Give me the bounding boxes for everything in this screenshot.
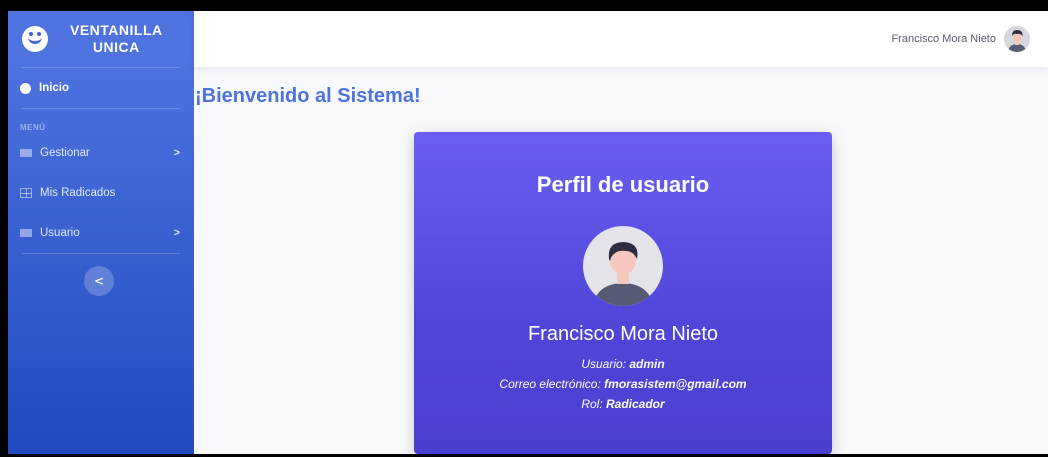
profile-avatar [573,226,673,306]
user-avatar-icon [583,226,663,306]
sidebar-heading: MENÚ [20,123,46,132]
chevron-right-icon: > [173,227,180,239]
chevron-left-icon: < [93,274,105,288]
profile-username: admin [629,357,665,371]
topbar: Francisco Mora Nieto [194,11,1048,67]
profile-role-row: Rol: Radicador [581,397,665,411]
page-title: ¡Bienvenido al Sistema! [195,85,421,107]
card-title: Perfil de usuario [536,172,710,197]
sidebar-divider [22,108,180,109]
profile-card: Perfil de usuario Francisco Mora Nieto U… [414,132,832,454]
profile-role: Radicador [606,397,665,411]
app-window: VENTANILLA UNICA Inicio MENÚ Gestionar >… [8,11,1048,454]
table-icon [20,188,32,198]
user-avatar-icon [1004,26,1030,52]
profile-name: Francisco Mora Nieto [527,323,719,345]
tachometer-icon [20,82,31,94]
folder-icon [20,229,32,237]
profile-info: Usuario: admin Correo electrónico: fmora… [414,354,832,414]
profile-username-row: Usuario: admin [581,357,665,371]
sidebar-item-label: Mis Radicados [40,187,116,199]
brand-text: VENTANILLA UNICA [70,22,163,55]
brand[interactable]: VENTANILLA UNICA [8,11,194,67]
chevron-right-icon: > [173,147,180,159]
profile-email: fmorasistem@gmail.com [604,377,747,391]
sidebar-item-usuario[interactable]: Usuario > [8,213,194,253]
sidebar-item-inicio[interactable]: Inicio [8,68,194,108]
sidebar-item-mis-radicados[interactable]: Mis Radicados [8,173,194,213]
sidebar-divider [22,253,180,254]
sidebar-item-gestionar[interactable]: Gestionar > [8,133,194,173]
sidebar-toggle-button[interactable]: < [84,266,114,296]
sidebar: VENTANILLA UNICA Inicio MENÚ Gestionar >… [8,11,194,454]
topbar-user-name[interactable]: Francisco Mora Nieto [891,33,996,45]
sidebar-item-label: Inicio [39,82,70,94]
avatar[interactable] [1004,26,1030,52]
laugh-wink-icon [22,26,48,52]
folder-icon [20,149,32,157]
sidebar-item-label: Usuario [40,227,80,239]
profile-email-row: Correo electrónico: fmorasistem@gmail.co… [499,377,747,391]
sidebar-item-label: Gestionar [40,147,90,159]
